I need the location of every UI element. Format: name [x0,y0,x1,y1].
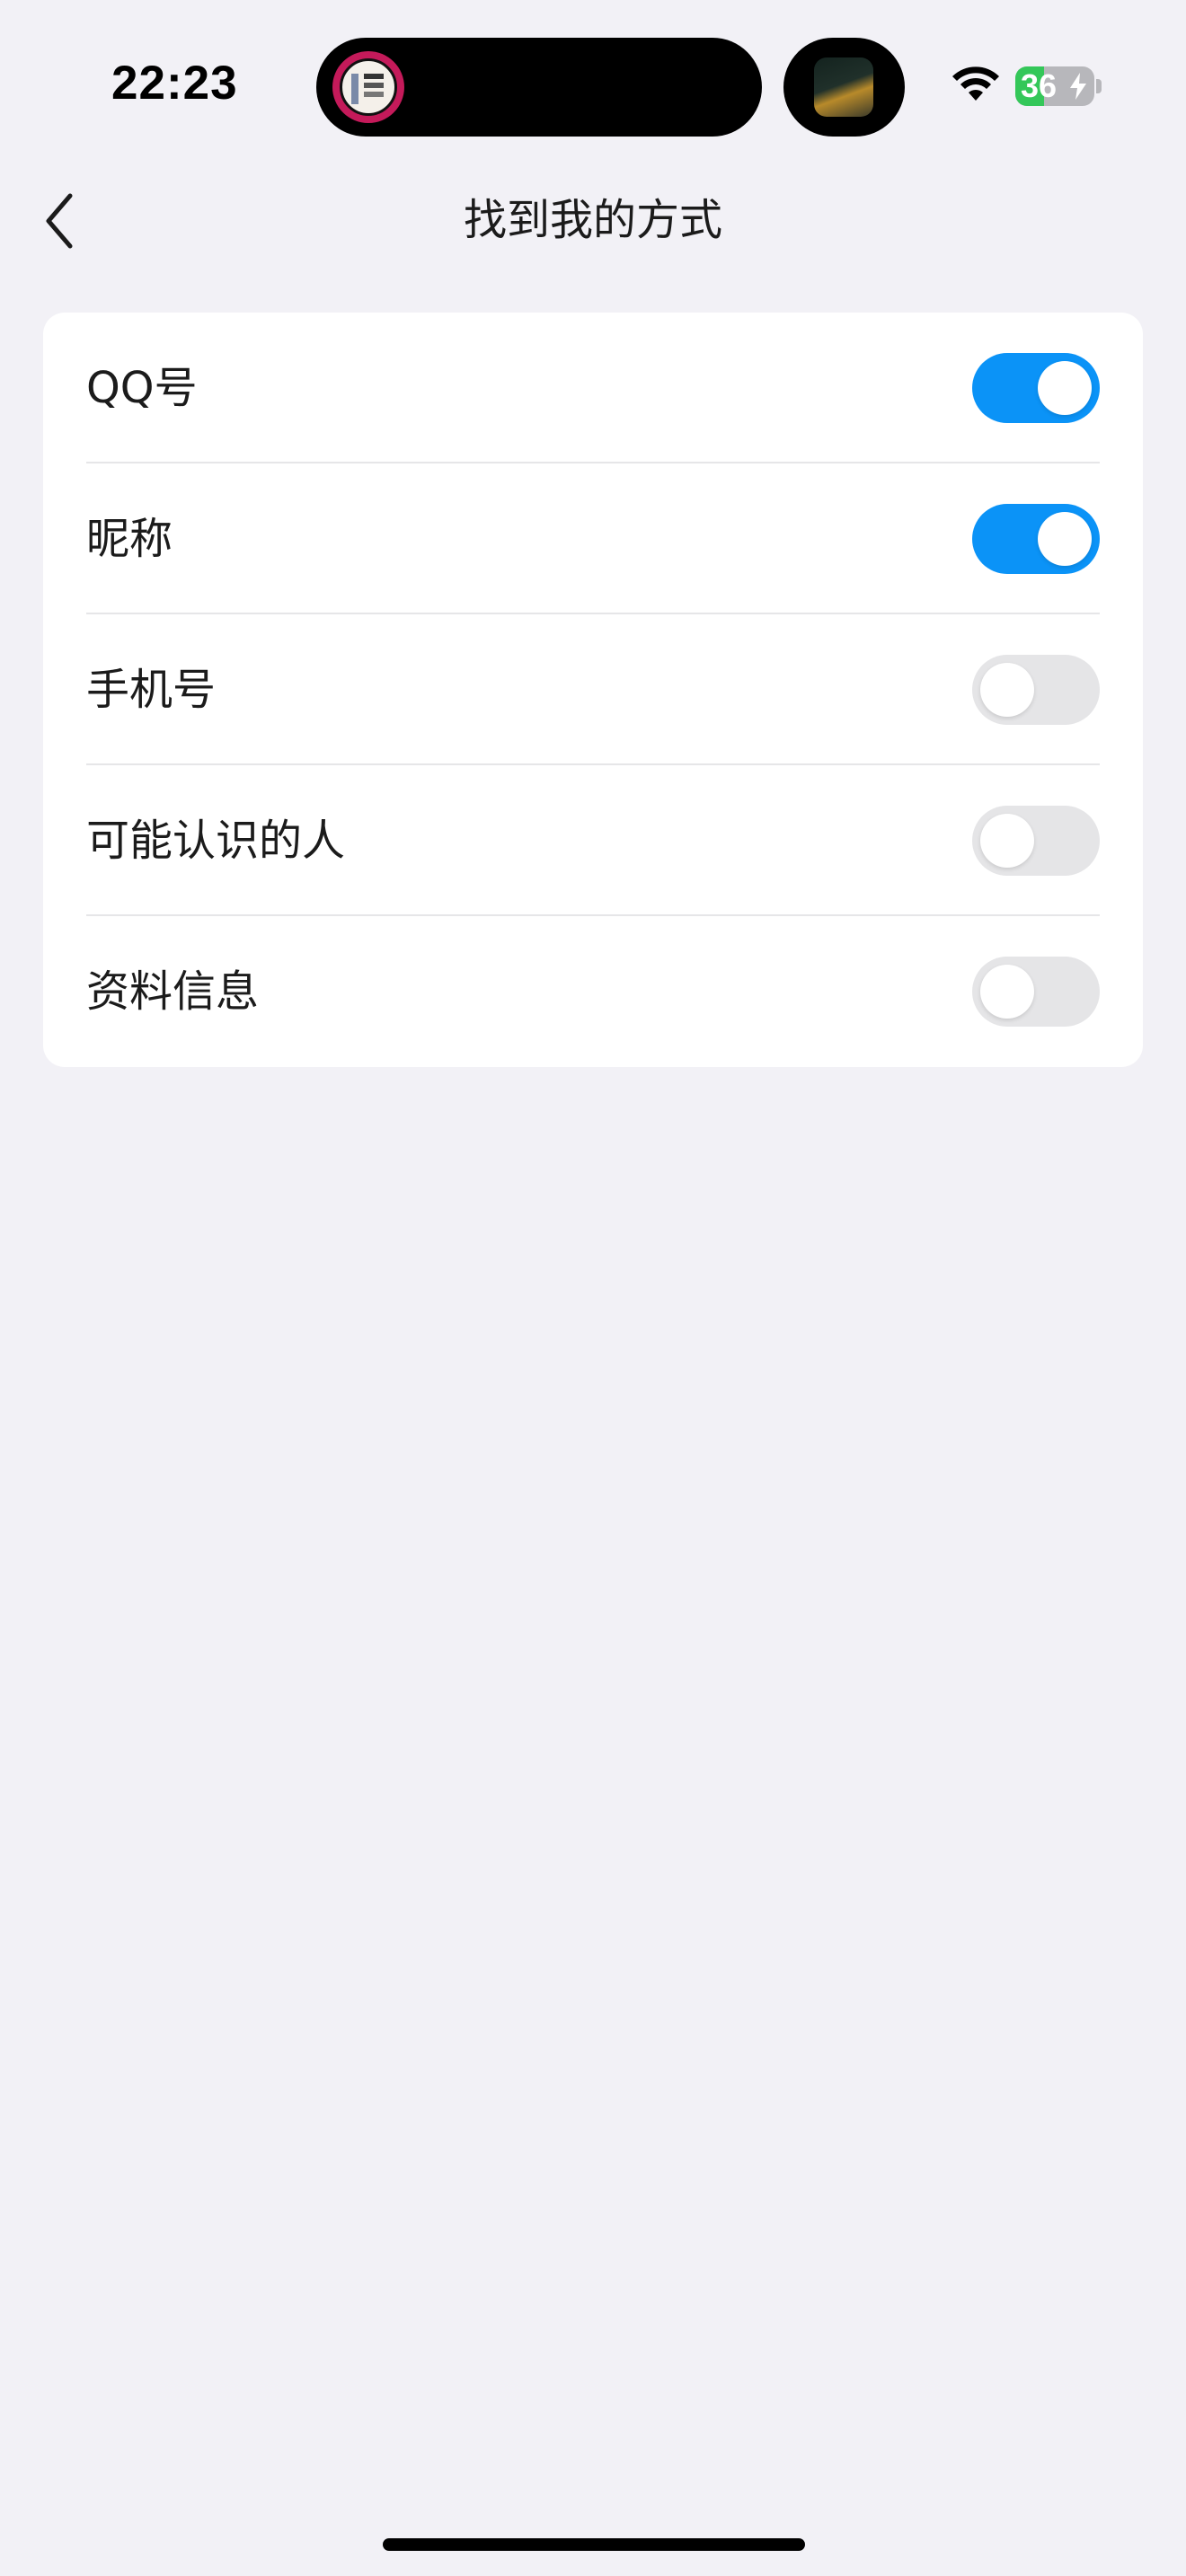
status-time: 22:23 [111,57,238,110]
setting-row-nickname: 昵称 [43,463,1143,614]
live-activity-thumbnail-icon [814,57,873,117]
setting-label: 可能认识的人 [86,816,346,866]
now-playing-album-art-icon[interactable] [332,51,404,123]
people-you-may-know-toggle[interactable] [972,806,1100,876]
qq-number-toggle[interactable] [972,353,1100,423]
battery-cap [1096,79,1102,93]
setting-label: 资料信息 [86,966,260,1017]
wifi-icon [952,66,999,101]
phone-number-toggle[interactable] [972,655,1100,725]
back-button[interactable] [27,176,117,266]
setting-row-profile-info: 资料信息 [43,916,1143,1067]
profile-info-toggle[interactable] [972,957,1100,1027]
setting-row-people-you-may-know: 可能认识的人 [43,765,1143,916]
page-title: 找到我的方式 [463,195,722,245]
toggle-knob [980,814,1034,868]
dynamic-island[interactable] [316,38,762,137]
status-bar: 22:23 36 [0,0,1186,171]
dynamic-island-live-activity[interactable] [783,38,905,137]
navigation-bar: 找到我的方式 [0,171,1186,269]
battery-indicator: 36 [1015,66,1094,106]
toggle-knob [1038,361,1092,415]
charging-bolt-icon [1070,73,1086,100]
battery-level: 36 [1021,67,1058,104]
setting-row-phone-number: 手机号 [43,614,1143,765]
setting-label: 昵称 [86,514,173,564]
chevron-left-icon [46,193,73,249]
nickname-toggle[interactable] [972,504,1100,574]
setting-label: QQ号 [86,363,198,413]
toggle-knob [980,663,1034,717]
setting-label: 手机号 [86,665,217,715]
setting-row-qq-number: QQ号 [43,313,1143,463]
home-indicator[interactable] [383,2538,805,2551]
find-me-settings-list: QQ号 昵称 手机号 可能认识的人 资料信息 [43,313,1143,1067]
toggle-knob [1038,512,1092,566]
toggle-knob [980,965,1034,1019]
